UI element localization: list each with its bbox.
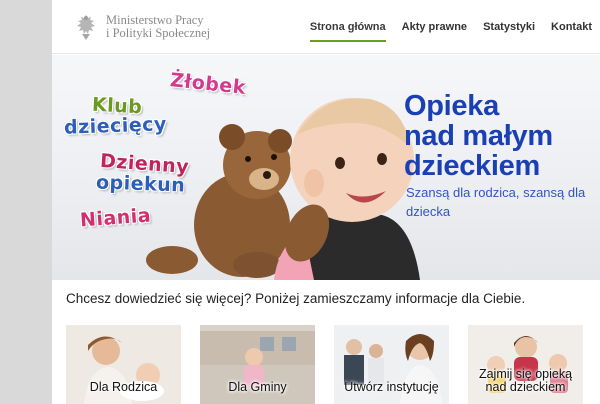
headline-line3: dzieckiem: [404, 150, 540, 182]
card-for-parent[interactable]: Dla Rodzica: [66, 325, 181, 404]
headline-line1: Opieka: [404, 90, 499, 122]
nav-item-home[interactable]: Strona główna: [302, 0, 394, 54]
main-nav: Strona główna Akty prawne Statystyki Kon…: [302, 0, 600, 54]
headline-line2: nad małym: [404, 120, 553, 152]
logo-text: Ministerstwo Pracy i Polityki Społecznej: [106, 14, 210, 40]
page: Ministerstwo Pracy i Polityki Społecznej…: [52, 0, 600, 404]
intro-text: Chcesz dowiedzieć się więcej? Poniżej za…: [66, 291, 526, 306]
card-label-take-care: Zajmij się opieką nad dzieckiem: [468, 368, 583, 394]
hero-banner: Żłobek Klub dziecięcy Dzienny opiekun Ni…: [52, 55, 600, 280]
info-cards: Dla Rodzica Dla Gminy Utwórz instytucję …: [66, 325, 596, 404]
card-label-institution: Utwórz instytucję: [344, 380, 439, 394]
header: Ministerstwo Pracy i Polityki Społecznej…: [52, 0, 600, 54]
card-label-take-care-line2: nad dzieckiem: [485, 380, 566, 394]
nav-item-contact[interactable]: Kontakt: [543, 0, 600, 54]
ministry-logo[interactable]: Ministerstwo Pracy i Polityki Społecznej: [72, 12, 210, 42]
nav-item-statistics[interactable]: Statystyki: [475, 0, 543, 54]
card-label-parent: Dla Rodzica: [89, 380, 158, 394]
floating-word-caregiver: opiekun: [95, 171, 186, 197]
logo-line2: i Polityki Społecznej: [106, 26, 211, 40]
card-create-institution[interactable]: Utwórz instytucję: [334, 325, 449, 404]
card-for-municipality[interactable]: Dla Gminy: [200, 325, 315, 404]
floating-word-childrens: dziecięcy: [63, 113, 168, 139]
nav-item-legal-acts[interactable]: Akty prawne: [394, 0, 475, 54]
card-label-municipality: Dla Gminy: [228, 380, 287, 394]
hero-subline: Szansą dla rodzica, szansą dla dziecka: [406, 185, 586, 219]
card-take-care-of-child[interactable]: Zajmij się opieką nad dzieckiem: [468, 325, 583, 404]
hero-headline: Opieka nad małym dzieckiem: [404, 91, 594, 181]
eagle-emblem-icon: [77, 15, 95, 40]
